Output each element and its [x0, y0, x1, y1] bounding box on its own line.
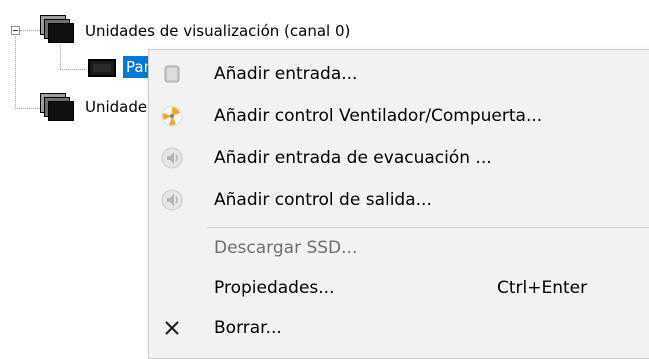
- tree-collapse-toggle[interactable]: [11, 26, 20, 35]
- tree-connector-line: [20, 30, 40, 31]
- speaker-icon: [161, 189, 183, 211]
- menu-item-label: Añadir control de salida...: [214, 190, 432, 210]
- menu-item-label: Añadir entrada...: [214, 64, 358, 84]
- input-module-icon: [164, 65, 180, 83]
- menu-item-shortcut: Ctrl+Enter: [497, 278, 588, 298]
- tree-connector-line: [60, 44, 61, 69]
- menu-item-add-output-control[interactable]: Añadir control de salida...: [149, 180, 649, 220]
- menu-item-delete[interactable]: Borrar...: [149, 308, 649, 348]
- menu-item-properties[interactable]: Propiedades... Ctrl+Enter: [149, 268, 649, 308]
- menu-item-label: Añadir entrada de evacuación ...: [214, 148, 492, 168]
- menu-item-download-ssd: Descargar SSD...: [149, 228, 649, 268]
- display-group-icon: [40, 93, 74, 121]
- panel-icon: [88, 59, 116, 77]
- menu-item-add-fan-damper-control[interactable]: Añadir control Ventilador/Compuerta...: [149, 96, 649, 136]
- fan-icon: [161, 105, 183, 127]
- tree-connector-line: [60, 69, 85, 70]
- delete-x-icon: [165, 321, 179, 335]
- context-menu: Añadir entrada... Añadir control Ventila…: [148, 49, 649, 359]
- menu-item-label: Propiedades...: [214, 278, 335, 298]
- tree-node-display-units-channel-0[interactable]: Unidades de visualización (canal 0): [85, 21, 350, 41]
- menu-item-add-input[interactable]: Añadir entrada...: [149, 54, 649, 94]
- menu-item-label: Descargar SSD...: [214, 238, 358, 258]
- speaker-icon: [161, 147, 183, 169]
- tree-node-panel-selected[interactable]: Panel: [123, 56, 148, 78]
- menu-item-label: Borrar...: [214, 318, 282, 338]
- tree-connector-line: [15, 108, 40, 109]
- tree-connector-line: [15, 26, 16, 109]
- menu-item-add-evacuation-input[interactable]: Añadir entrada de evacuación ...: [149, 138, 649, 178]
- menu-item-label: Añadir control Ventilador/Compuerta...: [214, 106, 543, 126]
- display-group-icon: [40, 15, 74, 43]
- tree-node-display-units-channel-1[interactable]: Unidades de visualización (canal 1): [85, 97, 147, 117]
